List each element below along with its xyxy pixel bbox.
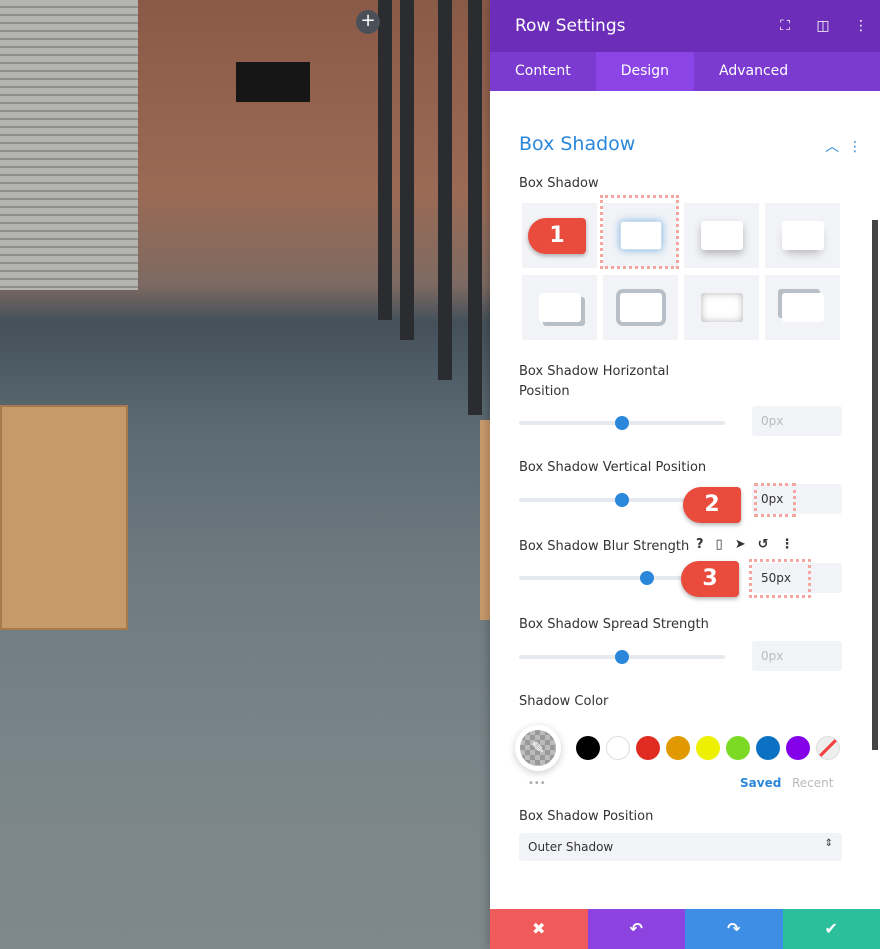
cursor-icon[interactable]: ➤ [735,537,746,552]
horizontal-input[interactable]: 0px [752,406,842,436]
add-row-button[interactable]: + [356,10,380,34]
position-select[interactable]: Outer Shadow ⇕ [519,833,842,861]
discard-button[interactable]: ✖ [490,909,588,949]
box-shadow-label: Box Shadow [519,176,599,191]
slider-thumb[interactable] [615,493,629,507]
rack-post [438,0,452,380]
panel-header: Row Settings ⛶ ◫ ⋮ [490,0,880,52]
garage-shutter [0,0,138,290]
spread-label: Box Shadow Spread Strength [519,617,709,632]
redo-icon: ↷ [727,919,741,938]
spread-input[interactable]: 0px [752,641,842,671]
tab-content[interactable]: Content [490,52,596,91]
reset-icon[interactable]: ↺ [758,537,769,552]
redo-button[interactable]: ↷ [685,909,783,949]
vertical-label: Box Shadow Vertical Position [519,460,707,475]
shadow-preset-5[interactable] [603,275,678,340]
recent-tab[interactable]: Recent [792,776,833,790]
swatch-red[interactable] [636,736,660,760]
panel-footer: ✖ ↶ ↷ ✔ [490,909,880,949]
annotation-marker-2: 2 [683,487,741,523]
swatch-orange[interactable] [666,736,690,760]
expand-icon[interactable]: ⛶ [766,18,804,34]
rack-post [378,0,392,320]
saved-tab[interactable]: Saved [740,776,781,790]
horizontal-label: Box Shadow Horizontal Position [519,364,670,399]
swatch-purple[interactable] [786,736,810,760]
help-icon[interactable]: ? [696,537,704,552]
more-icon[interactable]: ⋮ [842,18,880,34]
highlight-box [600,195,679,269]
tab-bar: Content Design Advanced [490,52,880,91]
rack-post [400,0,414,340]
swatch-blue[interactable] [756,736,780,760]
highlight-box [749,559,811,598]
swatch-white[interactable] [606,736,630,760]
shadow-preset-6[interactable] [684,275,759,340]
more-icon[interactable]: ⋮ [848,139,862,155]
row-settings-panel: Row Settings ⛶ ◫ ⋮ Content Design Advanc… [490,0,880,949]
sidebar-layout-icon[interactable]: ◫ [804,18,842,34]
wall-screen [236,62,310,102]
horizontal-slider[interactable] [519,416,725,430]
mobile-icon[interactable]: ▯ [716,537,723,552]
more-icon[interactable]: ⋮ [781,537,794,552]
shadow-color-label: Shadow Color [519,694,609,709]
color-picker-button[interactable]: ✎ [515,725,561,771]
shadow-preset-4[interactable] [522,275,597,340]
tab-advanced[interactable]: Advanced [694,52,813,91]
slider-thumb[interactable] [615,416,629,430]
blur-label: Box Shadow Blur Strength [519,539,690,554]
slider-thumb[interactable] [639,571,654,585]
check-icon: ✔ [824,919,838,938]
plyo-box [480,420,490,620]
swatch-clear[interactable] [816,736,840,760]
highlight-box [754,483,796,517]
annotation-marker-3: 3 [681,561,739,597]
swatch-yellow[interactable] [696,736,720,760]
panel-title: Row Settings [515,16,626,36]
more-colors-icon[interactable]: ••• [528,778,546,789]
scrollbar[interactable] [872,220,878,750]
undo-icon: ↶ [629,919,643,938]
swatch-black[interactable] [576,736,600,760]
spread-slider[interactable] [519,650,725,664]
shadow-preset-3[interactable] [765,203,840,268]
chevron-up-icon[interactable]: ︿ [825,139,839,155]
select-arrows-icon: ⇕ [824,838,833,849]
section-title[interactable]: Box Shadow [519,133,635,155]
rack-post [468,0,482,415]
page-background-photo: + [0,0,490,949]
position-label: Box Shadow Position [519,809,654,824]
undo-button[interactable]: ↶ [587,909,685,949]
swatch-green[interactable] [726,736,750,760]
slider-thumb[interactable] [615,650,629,664]
annotation-marker-1: 1 [528,218,586,254]
eyedropper-icon: ✎ [520,730,556,766]
close-icon: ✖ [532,919,546,938]
plyo-box [0,405,128,630]
tab-design[interactable]: Design [595,52,695,91]
save-button[interactable]: ✔ [782,909,880,949]
field-toolbar: ? ▯ ➤ ↺ ⋮ [696,537,794,552]
shadow-preset-2[interactable] [684,203,759,268]
position-value: Outer Shadow [528,840,614,854]
shadow-preset-7[interactable] [765,275,840,340]
